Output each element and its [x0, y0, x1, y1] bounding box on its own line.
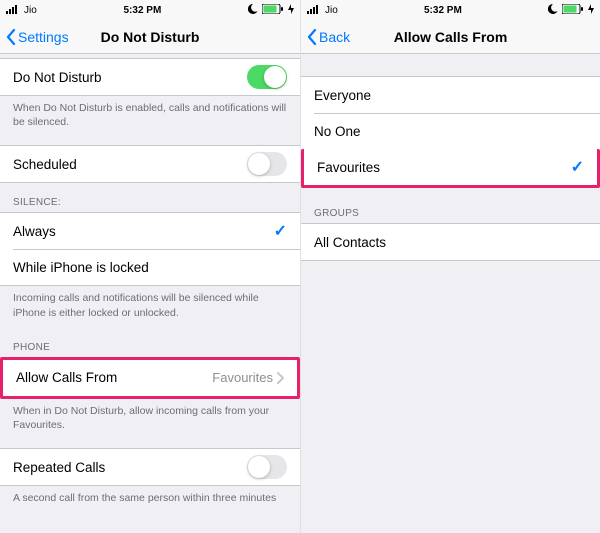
- phone-left: Jio 5:32 PM Settings Do Not Disturb Do N…: [0, 0, 300, 533]
- content-left: Do Not Disturb When Do Not Disturb is en…: [0, 54, 300, 533]
- status-time: 5:32 PM: [124, 5, 162, 16]
- repeated-label: Repeated Calls: [13, 460, 105, 475]
- allow-calls-footer: When in Do Not Disturb, allow incoming c…: [0, 399, 300, 440]
- option-favourites-label: Favourites: [317, 160, 380, 175]
- allow-calls-value: Favourites: [212, 370, 273, 385]
- back-label: Back: [319, 29, 350, 45]
- dnd-footer: When Do Not Disturb is enabled, calls an…: [0, 96, 300, 137]
- dnd-label: Do Not Disturb: [13, 70, 102, 85]
- group-all-contacts-label: All Contacts: [314, 235, 386, 250]
- signal-icon: [6, 4, 20, 17]
- phone-right: Jio 5:32 PM Back Allow Calls From Everyo…: [300, 0, 600, 533]
- chevron-left-icon: [307, 29, 317, 45]
- option-favourites[interactable]: Favourites ✓: [304, 149, 597, 185]
- repeated-row[interactable]: Repeated Calls: [0, 449, 300, 485]
- favourites-highlight: Favourites ✓: [301, 149, 600, 188]
- status-bar: Jio 5:32 PM: [0, 0, 300, 20]
- silence-footer: Incoming calls and notifications will be…: [0, 286, 300, 327]
- scheduled-label: Scheduled: [13, 157, 77, 172]
- repeated-footer: A second call from the same person withi…: [0, 486, 300, 513]
- status-bar: Jio 5:32 PM: [301, 0, 600, 20]
- option-noone[interactable]: No One: [301, 113, 600, 149]
- silence-always-row[interactable]: Always ✓: [0, 213, 300, 249]
- silence-always-label: Always: [13, 224, 56, 239]
- nav-bar: Settings Do Not Disturb: [0, 20, 300, 54]
- allow-calls-highlight: Allow Calls From Favourites: [0, 357, 300, 399]
- phone-header: PHONE: [0, 328, 300, 357]
- silence-locked-label: While iPhone is locked: [13, 260, 149, 275]
- silence-locked-row[interactable]: While iPhone is locked: [0, 249, 300, 285]
- signal-icon: [307, 4, 321, 17]
- moon-icon: [248, 4, 258, 17]
- silence-header: SILENCE:: [0, 183, 300, 212]
- content-right: Everyone No One Favourites ✓ GROUPS All …: [301, 54, 600, 533]
- carrier-label: Jio: [24, 5, 37, 16]
- status-time: 5:32 PM: [424, 5, 462, 16]
- allow-calls-label: Allow Calls From: [16, 370, 117, 385]
- back-button[interactable]: Settings: [6, 29, 69, 45]
- option-noone-label: No One: [314, 124, 361, 139]
- charging-icon: [588, 4, 594, 17]
- nav-bar: Back Allow Calls From: [301, 20, 600, 54]
- option-everyone[interactable]: Everyone: [301, 77, 600, 113]
- carrier-label: Jio: [325, 5, 338, 16]
- moon-icon: [548, 4, 558, 17]
- dnd-switch[interactable]: [247, 65, 287, 89]
- chevron-left-icon: [6, 29, 16, 45]
- dnd-row[interactable]: Do Not Disturb: [0, 59, 300, 95]
- check-icon: ✓: [274, 221, 287, 241]
- groups-header: GROUPS: [301, 188, 600, 223]
- chevron-right-icon: [277, 372, 284, 384]
- scheduled-switch[interactable]: [247, 152, 287, 176]
- charging-icon: [288, 4, 294, 17]
- check-icon: ✓: [571, 157, 584, 177]
- back-label: Settings: [18, 29, 69, 45]
- battery-icon: [562, 4, 584, 17]
- scheduled-row[interactable]: Scheduled: [0, 146, 300, 182]
- back-button[interactable]: Back: [307, 29, 350, 45]
- option-everyone-label: Everyone: [314, 88, 371, 103]
- group-all-contacts[interactable]: All Contacts: [301, 224, 600, 260]
- battery-icon: [262, 4, 284, 17]
- allow-calls-row[interactable]: Allow Calls From Favourites: [3, 360, 297, 396]
- repeated-switch[interactable]: [247, 455, 287, 479]
